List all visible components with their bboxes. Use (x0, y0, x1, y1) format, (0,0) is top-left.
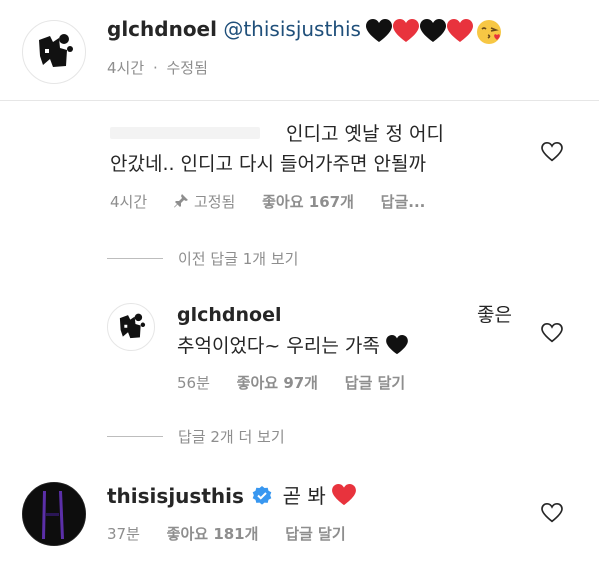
comment1-text-line2: 안갔네.. 인디고 다시 들어가주면 안될까 (110, 153, 426, 175)
redacted-username (110, 127, 260, 139)
comment2-avatar[interactable] (22, 482, 86, 546)
reply1-time: 56분 (177, 374, 210, 392)
comment1-reply-button[interactable]: 답글... (381, 193, 426, 211)
reply1-meta: 56분 좋아요 97개 답글 달기 (177, 372, 427, 393)
reply1-username[interactable]: glchdnoel (177, 304, 281, 326)
red-heart-icon (332, 484, 357, 506)
caption-mention[interactable]: @thisisjusthis (223, 17, 361, 41)
black-heart-icon (420, 19, 446, 42)
reply1-text-line2: 추억이었다~ 우리는 가족 (177, 331, 408, 361)
comment1-time: 4시간 (110, 193, 148, 211)
verified-badge-icon (252, 486, 272, 505)
comment2-meta: 37분 좋아요 181개 답글 달기 (107, 523, 368, 544)
caption-username[interactable]: glchdnoel (107, 17, 217, 41)
comment1-like-icon[interactable] (541, 142, 563, 162)
comment2-line: thisisjusthis 곧 봐 (107, 481, 357, 511)
caption-line: glchdnoel @thisisjusthis (107, 17, 361, 41)
comment1-pinned: 고정됨 (173, 193, 240, 211)
comment1-meta: 4시간 고정됨 좋아요 167개 답글... (110, 191, 447, 212)
reply1-likes[interactable]: 좋아요 97개 (237, 374, 318, 392)
reply1-line1: glchdnoel (177, 300, 281, 330)
pin-icon (173, 194, 188, 208)
kiss-face-icon (477, 20, 501, 44)
red-heart-icon (393, 19, 419, 42)
reply1-text-line1: 좋은 (477, 304, 512, 326)
view-prev-replies[interactable]: 이전 답글 1개 보기 (178, 248, 298, 269)
caption-meta: 4시간 · 수정됨 (107, 59, 208, 77)
caption-emojis (366, 19, 506, 45)
caption-divider (0, 100, 599, 101)
comment2-like-icon[interactable] (541, 503, 563, 523)
reply1-reply-button[interactable]: 답글 달기 (345, 374, 405, 392)
comment2-likes[interactable]: 좋아요 181개 (167, 525, 259, 543)
view-more-line (107, 436, 163, 437)
comment2-text: 곧 봐 (282, 484, 326, 508)
comment2-reply-button[interactable]: 답글 달기 (285, 525, 345, 543)
view-prev-line (107, 258, 163, 259)
caption-time: 4시간 (107, 59, 145, 77)
red-heart-icon (447, 19, 473, 42)
view-more-replies[interactable]: 답글 2개 더 보기 (178, 426, 285, 447)
comment1-likes[interactable]: 좋아요 167개 (262, 193, 354, 211)
black-heart-icon (386, 335, 408, 355)
profile-image-icon (23, 483, 85, 545)
black-heart-icon (366, 19, 392, 42)
comment2-time: 37분 (107, 525, 140, 543)
comment2-username[interactable]: thisisjusthis (107, 484, 244, 508)
logo-icon (119, 313, 146, 339)
avatar-glchdnoel[interactable] (22, 20, 86, 84)
reply1-like-icon[interactable] (541, 323, 563, 343)
comment1-text-line1: 인디고 옛날 정 어디 (286, 123, 444, 145)
reply1-avatar[interactable] (107, 303, 155, 351)
logo-icon (39, 34, 73, 67)
caption-edited: 수정됨 (166, 59, 208, 77)
